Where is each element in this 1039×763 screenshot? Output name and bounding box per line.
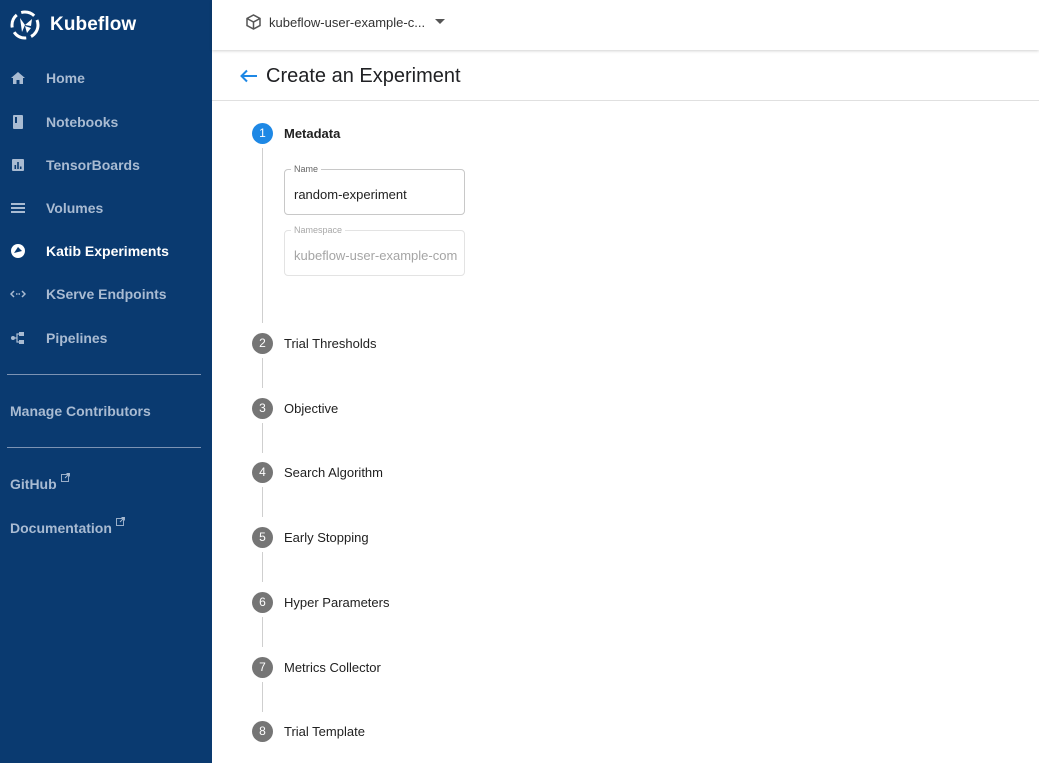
sidebar-item-katib-experiments[interactable]: Katib Experiments [0, 233, 212, 269]
step-number: 8 [252, 720, 273, 742]
sidebar-item-volumes[interactable]: Volumes [0, 190, 212, 226]
name-field[interactable]: Name random-experiment [284, 164, 465, 215]
top-bar: kubeflow-user-example-c... [212, 0, 1039, 50]
step-connector [262, 487, 263, 517]
step-trial-thresholds[interactable]: 2 Trial Thresholds [252, 332, 376, 354]
kubeflow-logo-icon [10, 10, 40, 40]
step-metrics-collector[interactable]: 7 Metrics Collector [252, 656, 381, 678]
notebook-icon [10, 114, 26, 130]
step-number: 4 [252, 461, 273, 483]
namespace-field: Namespace kubeflow-user-example-com [284, 225, 465, 276]
sidebar-item-tensorboards[interactable]: TensorBoards [0, 147, 212, 183]
katib-icon [10, 243, 26, 259]
namespace-name: kubeflow-user-example-c... [269, 14, 426, 30]
sidebar-item-home[interactable]: Home [0, 60, 212, 96]
external-link-icon [115, 517, 125, 526]
bar-chart-icon [10, 157, 26, 173]
step-connector [262, 423, 263, 453]
code-arrows-icon [10, 286, 26, 302]
step-label: Early Stopping [284, 529, 369, 545]
step-hyper-parameters[interactable]: 6 Hyper Parameters [252, 591, 389, 613]
sidebar-divider [7, 447, 201, 448]
step-label: Metrics Collector [284, 659, 381, 675]
step-metadata[interactable]: 1 Metadata [252, 122, 340, 144]
documentation-link[interactable]: Documentation [10, 517, 125, 536]
sidebar-item-label: Katib Experiments [46, 243, 169, 259]
step-number: 1 [252, 122, 273, 144]
step-search-algorithm[interactable]: 4 Search Algorithm [252, 461, 383, 483]
step-label: Search Algorithm [284, 464, 383, 480]
sidebar-item-label: Pipelines [46, 330, 108, 346]
page-header: Create an Experiment [212, 51, 1039, 101]
step-label: Objective [284, 400, 339, 416]
step-label: Metadata [284, 125, 341, 141]
sidebar-item-label: TensorBoards [46, 157, 140, 173]
page-title: Create an Experiment [266, 65, 461, 87]
step-connector [262, 552, 263, 582]
step-connector [262, 358, 263, 388]
back-arrow-icon[interactable] [240, 69, 258, 83]
home-icon [10, 70, 26, 86]
step-connector [262, 682, 263, 712]
step-label: Trial Template [284, 723, 365, 739]
step-number: 7 [252, 656, 273, 678]
manage-contributors-link[interactable]: Manage Contributors [10, 403, 151, 419]
sidebar-item-label: Volumes [46, 200, 104, 216]
manage-contributors-label: Manage Contributors [10, 403, 151, 419]
name-field-label: Name [291, 164, 322, 174]
sidebar-item-pipelines[interactable]: Pipelines [0, 320, 212, 356]
documentation-label: Documentation [10, 520, 112, 536]
step-connector [262, 148, 263, 323]
step-early-stopping[interactable]: 5 Early Stopping [252, 526, 369, 548]
caret-down-icon [435, 19, 446, 24]
storage-icon [10, 200, 26, 216]
step-trial-template[interactable]: 8 Trial Template [252, 720, 365, 742]
sidebar-item-label: Notebooks [46, 114, 119, 130]
step-number: 5 [252, 526, 273, 548]
step-number: 2 [252, 332, 273, 354]
pipeline-icon [10, 330, 26, 346]
step-label: Hyper Parameters [284, 594, 390, 610]
sidebar-item-notebooks[interactable]: Notebooks [0, 104, 212, 140]
cube-icon [246, 14, 261, 30]
step-label: Trial Thresholds [284, 335, 377, 351]
name-field-value[interactable]: random-experiment [294, 187, 462, 202]
sidebar-item-label: KServe Endpoints [46, 286, 167, 302]
github-link[interactable]: GitHub [10, 473, 70, 492]
sidebar: Kubeflow Home Notebooks TensorBoards Vol… [0, 0, 212, 763]
sidebar-divider [7, 374, 201, 375]
sidebar-item-label: Home [46, 70, 85, 86]
step-objective[interactable]: 3 Objective [252, 397, 338, 419]
step-number: 3 [252, 397, 273, 419]
namespace-field-label: Namespace [291, 225, 346, 235]
external-link-icon [60, 473, 70, 482]
sidebar-item-kserve-endpoints[interactable]: KServe Endpoints [0, 276, 212, 312]
step-number: 6 [252, 591, 273, 613]
app-name: Kubeflow [50, 14, 137, 35]
namespace-field-value: kubeflow-user-example-com [294, 248, 458, 263]
namespace-selector[interactable]: kubeflow-user-example-c... [246, 12, 446, 32]
step-connector [262, 617, 263, 647]
github-label: GitHub [10, 476, 57, 492]
brand[interactable]: Kubeflow [10, 9, 136, 41]
